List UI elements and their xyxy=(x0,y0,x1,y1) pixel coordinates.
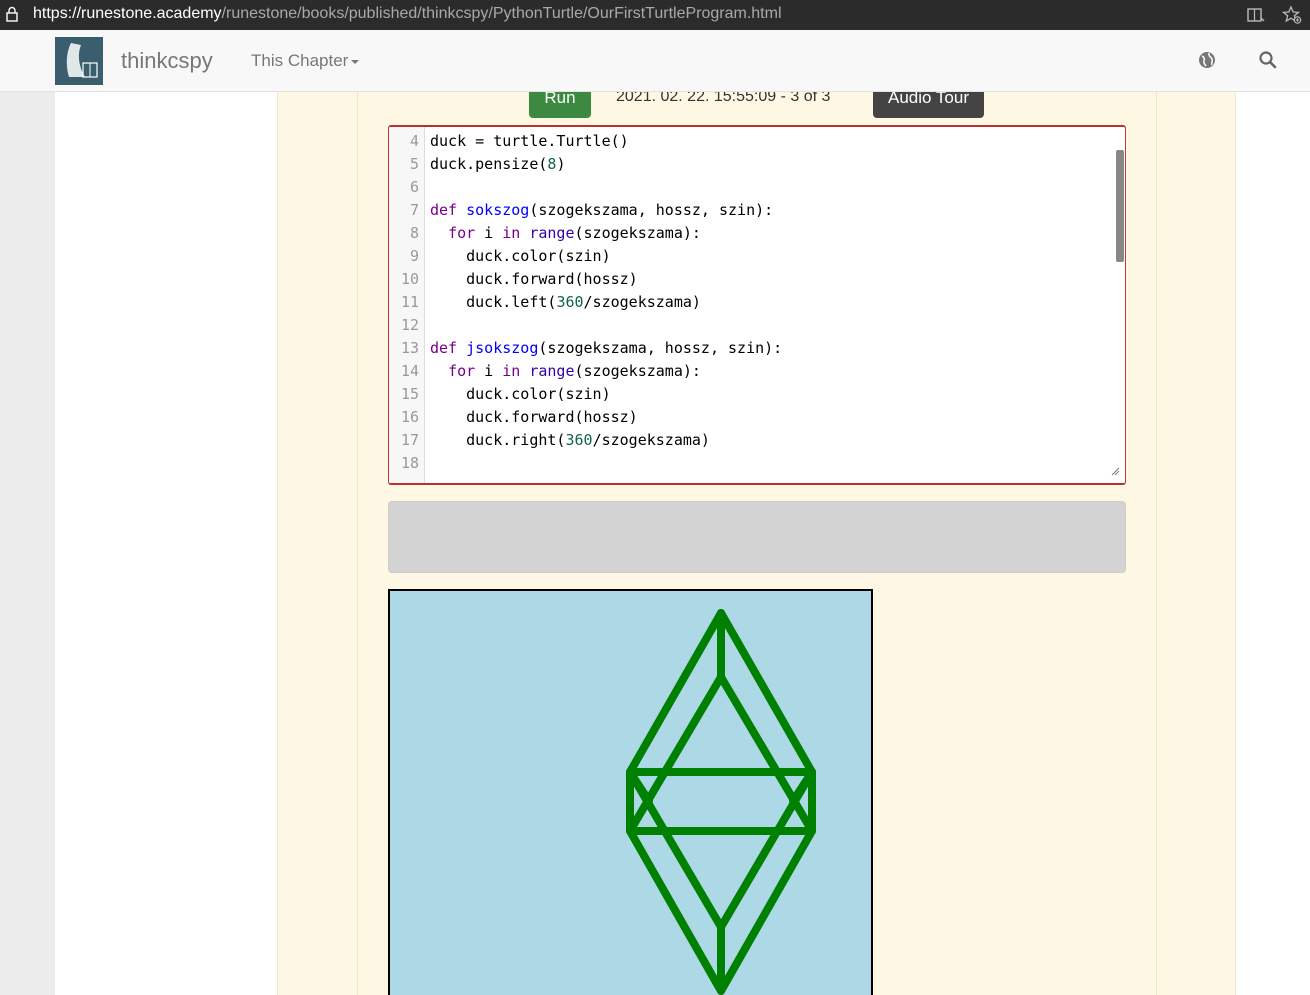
turtle-drawing xyxy=(626,609,816,995)
url-host: https://runestone.academy xyxy=(33,5,222,22)
line-number: 10 xyxy=(400,270,419,288)
lock-icon xyxy=(6,6,18,22)
line-number: 15 xyxy=(400,385,419,403)
code-text: duck = turtle.Turtle() xyxy=(430,132,629,150)
line-number: 14 xyxy=(400,362,419,380)
chapter-menu-label: This Chapter xyxy=(251,51,349,70)
chevron-down-icon xyxy=(351,59,360,64)
chapter-menu[interactable]: This Chapter xyxy=(251,51,360,71)
code-line[interactable]: 6 xyxy=(389,176,1125,199)
code-text: duck.forward(hossz) xyxy=(430,408,638,426)
code-text: def sokszog(szogekszama, hossz, szin): xyxy=(430,201,774,219)
code-line[interactable]: 9 duck.color(szin) xyxy=(389,245,1125,268)
section-divider xyxy=(1156,92,1157,995)
program-output xyxy=(388,501,1126,573)
url-field[interactable]: https://runestone.academy/runestone/book… xyxy=(33,4,782,24)
code-text: duck.forward(hossz) xyxy=(430,270,638,288)
code-line[interactable]: 4 duck = turtle.Turtle() xyxy=(389,130,1125,153)
code-text: duck.color(szin) xyxy=(430,385,611,403)
code-editor[interactable]: 4 duck = turtle.Turtle() 5 duck.pensize(8) 6… xyxy=(388,125,1126,485)
code-line[interactable]: 5 duck.pensize(8) xyxy=(389,153,1125,176)
line-number: 4 xyxy=(409,132,419,150)
line-number: 13 xyxy=(400,339,419,357)
code-line[interactable]: 13 def jsokszog(szogekszama, hossz, szin)… xyxy=(389,337,1125,360)
code-text: duck.pensize(8) xyxy=(430,155,566,173)
section-divider xyxy=(357,92,358,995)
code-line[interactable]: 8 for i in range(szogekszama): xyxy=(389,222,1125,245)
globe-icon[interactable] xyxy=(1197,50,1217,70)
top-navbar-overlay: thinkcspy This Chapter xyxy=(0,30,1310,92)
logo-image xyxy=(66,43,98,78)
logo[interactable] xyxy=(55,37,103,85)
line-number: 16 xyxy=(400,408,419,426)
address-bar-cover: https://runestone.academy/runestone/book… xyxy=(0,0,1310,30)
reader-mode-icon[interactable] xyxy=(1246,5,1266,25)
line-number: 12 xyxy=(400,316,419,334)
code-line[interactable]: 17 duck.right(360/szogekszama) xyxy=(389,429,1125,452)
code-text: duck.left(360/szogekszama) xyxy=(430,293,701,311)
code-text: duck.right(360/szogekszama) xyxy=(430,431,710,449)
code-line[interactable]: 14 for i in range(szogekszama): xyxy=(389,360,1125,383)
code-line[interactable]: 16 duck.forward(hossz) xyxy=(389,406,1125,429)
code-lines: 4 duck = turtle.Turtle() 5 duck.pensize(8) 6… xyxy=(389,130,1125,475)
brand-link[interactable]: thinkcspy xyxy=(121,48,213,74)
line-number: 11 xyxy=(400,293,419,311)
line-number: 6 xyxy=(409,178,419,196)
turtle-canvas xyxy=(388,589,873,995)
line-number: 18 xyxy=(400,454,419,472)
code-line[interactable]: 11 duck.left(360/szogekszama) xyxy=(389,291,1125,314)
code-text: duck.color(szin) xyxy=(430,247,611,265)
code-line[interactable]: 12 xyxy=(389,314,1125,337)
code-line[interactable]: 10 duck.forward(hossz) xyxy=(389,268,1125,291)
code-line[interactable]: 7 def sokszog(szogekszama, hossz, szin): xyxy=(389,199,1125,222)
editor-scrollbar[interactable] xyxy=(1116,150,1124,262)
code-line[interactable]: 18 xyxy=(389,452,1125,475)
favorite-add-icon[interactable] xyxy=(1282,5,1302,25)
code-text: def jsokszog(szogekszama, hossz, szin): xyxy=(430,339,783,357)
line-number: 7 xyxy=(409,201,419,219)
code-line[interactable]: 15 duck.color(szin) xyxy=(389,383,1125,406)
url-path: /runestone/books/published/thinkcspy/Pyt… xyxy=(221,5,782,22)
resize-handle-icon[interactable] xyxy=(1110,466,1120,476)
search-icon[interactable] xyxy=(1258,50,1278,70)
code-text: for i in range(szogekszama): xyxy=(448,224,701,242)
code-text: for i in range(szogekszama): xyxy=(448,362,701,380)
line-number: 9 xyxy=(409,247,419,265)
line-number: 17 xyxy=(400,431,419,449)
line-number: 5 xyxy=(409,155,419,173)
line-number: 8 xyxy=(409,224,419,242)
